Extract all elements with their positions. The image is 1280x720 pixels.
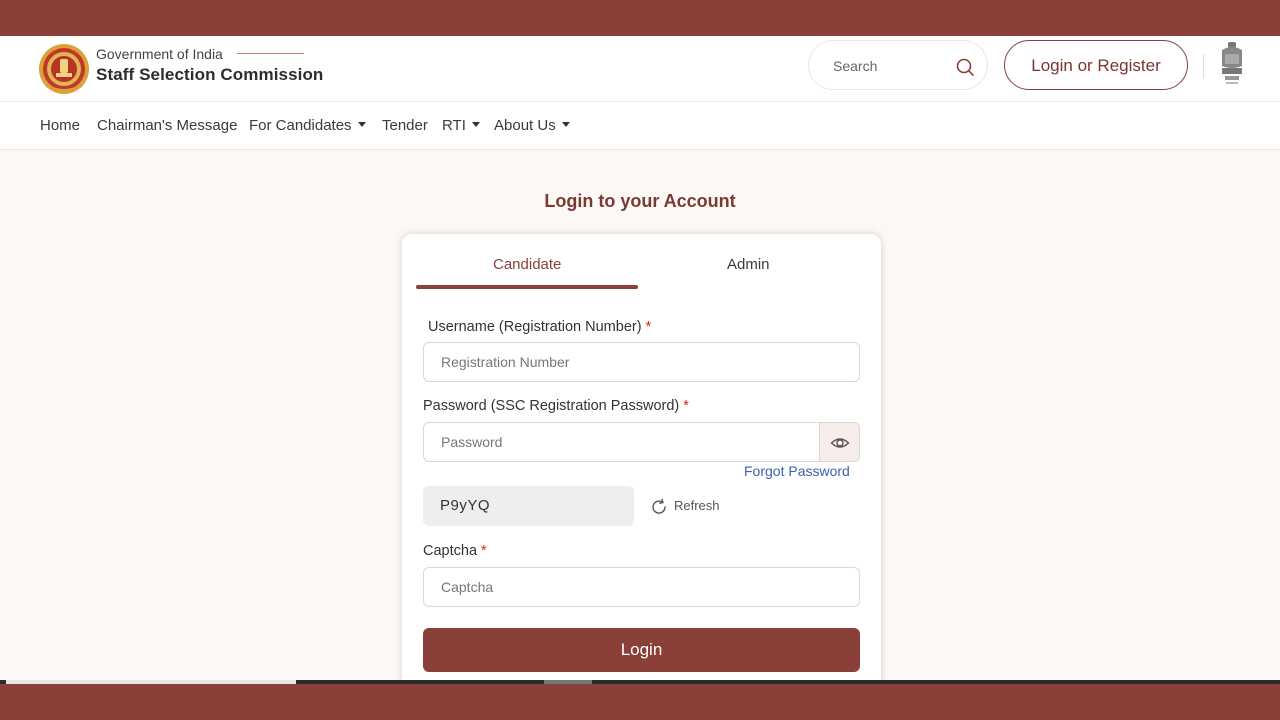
username-label: Username (Registration Number) * — [428, 319, 651, 335]
site-header: Government of India Staff Selection Comm… — [0, 36, 1280, 102]
login-register-button[interactable]: Login or Register — [1004, 40, 1188, 90]
caret-down-icon — [357, 122, 366, 127]
login-title: Login to your Account — [544, 191, 736, 211]
password-label: Password (SSC Registration Password) * — [423, 398, 689, 414]
nav-for-candidates-label: For Candidates — [249, 117, 352, 134]
nav-rti[interactable]: RTI — [442, 117, 480, 134]
login-card: Candidate Admin Username (Registration N… — [402, 234, 881, 684]
brand-subtitle: Government of India — [96, 46, 223, 62]
login-button[interactable]: Login — [423, 628, 860, 672]
refresh-label: Refresh — [674, 498, 720, 513]
show-password-button[interactable] — [820, 422, 860, 462]
nav-chairmans-message[interactable]: Chairman's Message — [97, 117, 237, 134]
nav-tender[interactable]: Tender — [382, 117, 428, 134]
nav-about-us-label: About Us — [494, 117, 556, 134]
required-mark: * — [683, 398, 689, 414]
search-icon[interactable] — [955, 57, 975, 77]
username-field[interactable] — [423, 342, 860, 382]
page: Government of India Staff Selection Comm… — [0, 36, 1280, 684]
required-mark: * — [481, 543, 487, 559]
top-frame-band — [0, 0, 1280, 36]
required-mark: * — [645, 319, 652, 335]
captcha-field[interactable] — [423, 567, 860, 607]
nav-for-candidates[interactable]: For Candidates — [249, 117, 366, 134]
username-label-text: Username (Registration Number) — [428, 319, 642, 335]
tab-admin[interactable]: Admin — [727, 256, 770, 273]
search-input[interactable] — [833, 55, 943, 77]
nav-home[interactable]: Home — [40, 117, 80, 134]
caret-down-icon — [471, 122, 480, 127]
nav-about-us[interactable]: About Us — [494, 117, 570, 134]
search-box[interactable] — [808, 40, 988, 90]
nav-rti-label: RTI — [442, 117, 466, 134]
bottom-frame-band — [0, 684, 1280, 720]
nav-chairmans-message-label: Chairman's Message — [97, 117, 238, 134]
password-field[interactable] — [423, 422, 820, 462]
ssc-logo-icon[interactable] — [38, 43, 90, 95]
captcha-label: Captcha * — [423, 543, 487, 559]
header-divider — [1203, 54, 1204, 78]
password-label-text: Password (SSC Registration Password) — [423, 398, 680, 414]
national-emblem-icon — [1222, 42, 1242, 84]
captcha-label-text: Captcha — [423, 543, 478, 559]
refresh-icon — [652, 498, 666, 514]
active-tab-indicator — [416, 285, 638, 289]
main-nav: Home Chairman's Message For Candidates T… — [0, 102, 1280, 150]
captcha-code: P9yYQ — [440, 497, 491, 514]
nav-tender-label: Tender — [382, 117, 428, 134]
forgot-password-link[interactable]: Forgot Password — [744, 463, 850, 479]
caret-down-icon — [561, 122, 570, 127]
brand-title[interactable]: Staff Selection Commission — [96, 65, 323, 85]
eye-icon — [830, 438, 850, 448]
brand-divider — [237, 53, 304, 54]
tab-candidate[interactable]: Candidate — [493, 256, 561, 273]
nav-home-label: Home — [40, 117, 81, 134]
captcha-image: P9yYQ — [423, 486, 634, 526]
